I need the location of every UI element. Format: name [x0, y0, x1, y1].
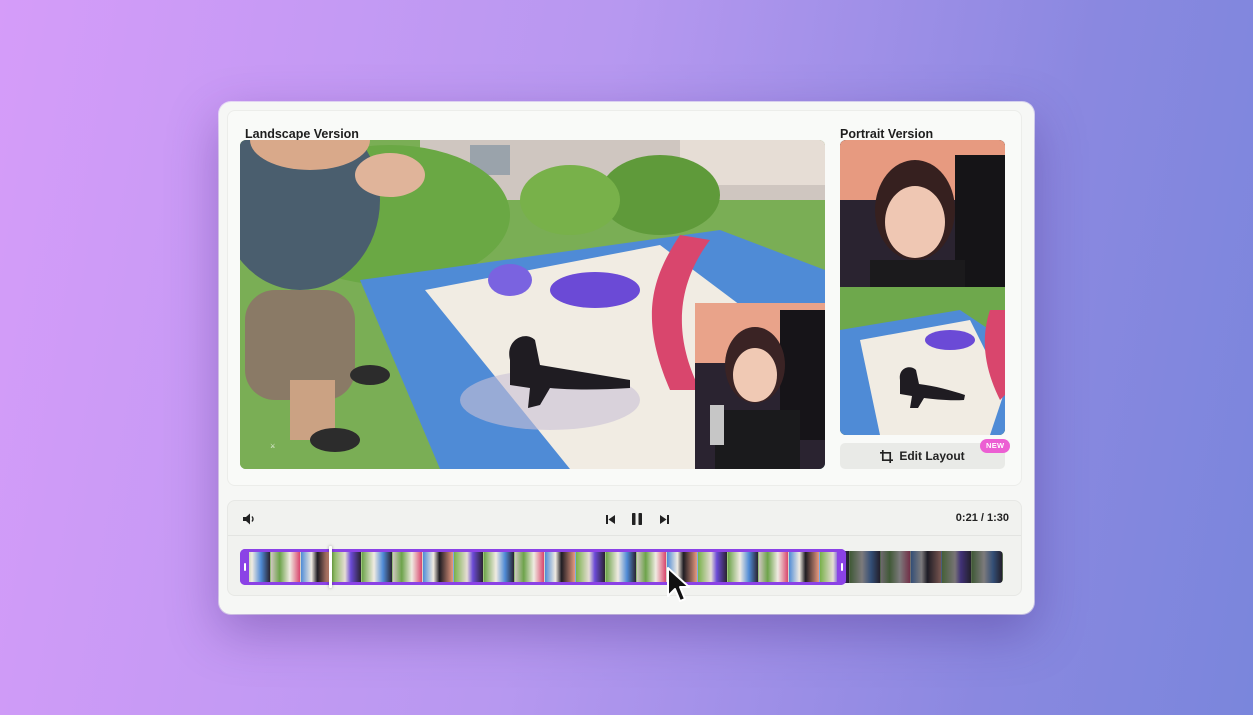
- trim-start-handle[interactable]: [240, 549, 249, 585]
- portrait-preview[interactable]: [840, 140, 1005, 435]
- trim-end-handle[interactable]: [837, 549, 846, 585]
- mouse-pointer-icon: [667, 567, 690, 602]
- controls-divider: [228, 535, 1021, 536]
- playhead[interactable]: [329, 546, 332, 588]
- next-button[interactable]: [656, 511, 672, 527]
- playback-controls: 0:21 / 1:30: [227, 500, 1022, 596]
- timeline[interactable]: [240, 546, 1003, 588]
- pause-button[interactable]: [628, 510, 646, 528]
- pause-icon: [632, 513, 642, 525]
- edit-layout-label: Edit Layout: [899, 449, 965, 463]
- skip-forward-icon: [659, 514, 669, 524]
- landscape-title: Landscape Version: [245, 127, 359, 141]
- previous-button[interactable]: [602, 511, 618, 527]
- landscape-game-scene: ⚔: [240, 140, 825, 469]
- skip-back-icon: [605, 514, 615, 524]
- crop-icon: [880, 449, 894, 463]
- portrait-title: Portrait Version: [840, 127, 934, 141]
- clip-editor-window: Landscape Version Portrait Version ⚔ Edi…: [219, 102, 1034, 614]
- landscape-preview[interactable]: ⚔: [240, 140, 825, 469]
- unselected-region: [846, 551, 1003, 583]
- new-badge: NEW: [980, 439, 1011, 453]
- preview-panel: Landscape Version Portrait Version ⚔ Edi…: [227, 110, 1022, 486]
- volume-button[interactable]: [241, 511, 257, 527]
- time-readout: 0:21 / 1:30: [955, 512, 1009, 524]
- svg-text:⚔: ⚔: [270, 443, 275, 450]
- volume-icon: [243, 513, 254, 525]
- portrait-stacked-scene: [840, 140, 1005, 435]
